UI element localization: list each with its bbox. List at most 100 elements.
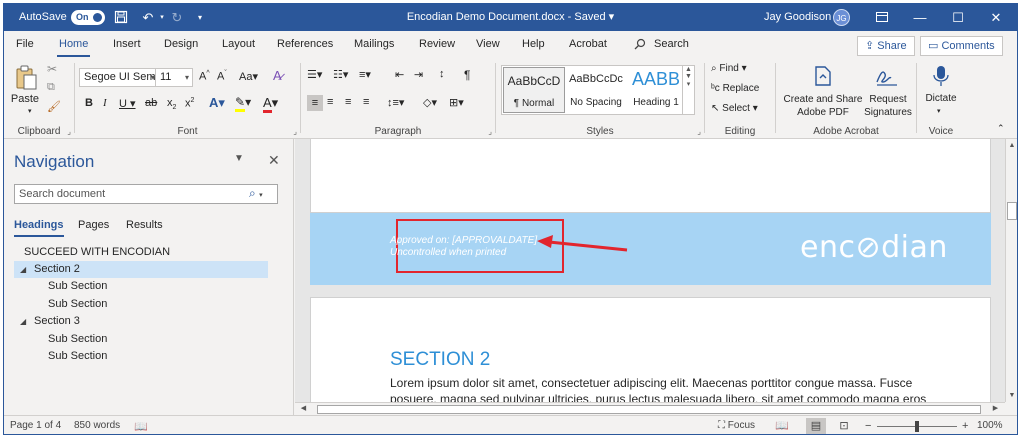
copy-icon[interactable]: ⧉: [47, 81, 55, 94]
tab-insert[interactable]: Insert: [113, 38, 141, 50]
paste-label[interactable]: Paste: [8, 93, 42, 105]
clipboard-launcher-icon[interactable]: ⌟: [67, 127, 71, 136]
paste-button[interactable]: [10, 63, 40, 93]
text-effects-icon[interactable]: A▾: [209, 95, 225, 111]
underline-icon[interactable]: U ▾: [119, 97, 136, 110]
style-no-spacing[interactable]: AaBbCcDc No Spacing: [565, 67, 627, 113]
tab-results[interactable]: Results: [126, 219, 163, 231]
tab-help[interactable]: Help: [522, 38, 545, 50]
bullets-icon[interactable]: ☰▾: [307, 68, 322, 81]
styles-launcher-icon[interactable]: ⌟: [697, 127, 701, 136]
dictate-dropdown-icon[interactable]: ▾: [937, 107, 941, 115]
format-painter-icon[interactable]: 🖌: [47, 100, 61, 113]
heading-item[interactable]: Sub Section: [14, 296, 268, 313]
tab-acrobat[interactable]: Acrobat: [569, 38, 607, 50]
style-normal[interactable]: AaBbCcD ¶ Normal: [503, 67, 565, 113]
tab-view[interactable]: View: [476, 38, 500, 50]
collapse-ribbon-icon[interactable]: ⌃: [997, 123, 1005, 134]
numbering-icon[interactable]: ☷▾: [333, 68, 348, 81]
styles-gallery-scroll[interactable]: ▲ ▼ ▾: [682, 66, 694, 114]
share-button[interactable]: ⇪ Share: [857, 36, 915, 56]
scroll-thumb[interactable]: [1007, 202, 1017, 220]
zoom-out-button[interactable]: −: [865, 420, 871, 432]
bold-icon[interactable]: B: [85, 97, 93, 109]
heading-item[interactable]: Sub Section: [14, 278, 268, 295]
shrink-font-icon[interactable]: Aˇ: [217, 70, 227, 83]
align-center-icon[interactable]: ≡: [327, 96, 333, 108]
zoom-in-button[interactable]: +: [962, 420, 968, 432]
grow-font-icon[interactable]: A^: [199, 70, 210, 83]
customize-toolbar-icon[interactable]: ▾: [190, 4, 210, 31]
heading-item[interactable]: ◢ Section 2: [14, 261, 268, 278]
user-name[interactable]: Jay Goodison: [764, 4, 831, 31]
approval-text[interactable]: Approved on: [APPROVALDATE] Uncontrolled…: [390, 235, 537, 259]
tab-review[interactable]: Review: [419, 38, 455, 50]
request-signatures-icon[interactable]: [874, 64, 900, 88]
paragraph-launcher-icon[interactable]: ⌟: [488, 127, 492, 136]
tab-design[interactable]: Design: [164, 38, 198, 50]
redo-icon[interactable]: ↻: [167, 4, 187, 31]
web-layout-icon[interactable]: ⊡: [834, 418, 854, 434]
save-icon[interactable]: [114, 4, 134, 31]
paste-dropdown-icon[interactable]: ▾: [28, 107, 32, 115]
comments-button[interactable]: ▭ Comments: [920, 36, 1003, 56]
focus-button[interactable]: ⛶ Focus: [718, 420, 755, 431]
tell-me-search[interactable]: Search: [654, 38, 689, 50]
scroll-down-icon[interactable]: ▼: [1006, 389, 1017, 402]
close-pane-icon[interactable]: ✕: [268, 152, 280, 169]
tab-references[interactable]: References: [277, 38, 333, 50]
font-name-combo[interactable]: Segoe UI Semi ▾: [79, 68, 159, 87]
font-launcher-icon[interactable]: ⌟: [293, 127, 297, 136]
tab-pages[interactable]: Pages: [78, 219, 109, 231]
select-button[interactable]: ↖ Select ▾: [711, 103, 758, 114]
justify-icon[interactable]: ≡: [363, 96, 369, 108]
superscript-icon[interactable]: x2: [185, 97, 194, 110]
print-layout-icon[interactable]: ▤: [806, 418, 826, 434]
show-formatting-icon[interactable]: ¶: [464, 68, 470, 82]
ribbon-display-icon[interactable]: [864, 4, 900, 31]
horizontal-scrollbar[interactable]: ◀ ▶: [295, 402, 1005, 415]
minimize-icon[interactable]: —: [902, 4, 938, 31]
zoom-level[interactable]: 100%: [977, 420, 1003, 431]
pane-options-icon[interactable]: ▼: [234, 153, 244, 164]
subscript-icon[interactable]: x2: [167, 97, 176, 111]
italic-icon[interactable]: I: [103, 97, 107, 109]
search-icon[interactable]: [634, 38, 646, 50]
multilevel-list-icon[interactable]: ≡▾: [359, 68, 371, 81]
font-size-combo[interactable]: 11 ▾: [155, 68, 193, 87]
scroll-up-icon[interactable]: ▲: [1006, 139, 1017, 152]
change-case-icon[interactable]: Aa▾: [239, 70, 258, 83]
align-left-icon[interactable]: ≡: [307, 95, 323, 111]
clear-formatting-icon[interactable]: A̷: [273, 68, 282, 83]
tab-headings[interactable]: Headings: [14, 219, 64, 237]
maximize-icon[interactable]: ☐: [940, 4, 976, 31]
heading-item[interactable]: Sub Section: [14, 348, 268, 365]
microphone-icon[interactable]: [931, 64, 951, 88]
search-document-input[interactable]: [14, 184, 278, 204]
read-mode-icon[interactable]: 📖: [772, 418, 792, 434]
heading-item[interactable]: Sub Section: [14, 331, 268, 348]
create-share-pdf-button[interactable]: Create and Share Adobe PDF: [780, 93, 866, 119]
tab-file[interactable]: File: [16, 38, 34, 50]
increase-indent-icon[interactable]: ⇥: [414, 68, 423, 81]
replace-button[interactable]: ᵇc Replace: [711, 83, 759, 94]
zoom-slider-thumb[interactable]: [915, 421, 919, 432]
word-count[interactable]: 850 words: [74, 420, 120, 431]
scroll-right-icon[interactable]: ▶: [989, 403, 1002, 415]
style-heading-1[interactable]: AABB Heading 1: [625, 67, 687, 113]
highlight-color-icon[interactable]: ✎▾: [235, 95, 251, 112]
font-color-icon[interactable]: A▾: [263, 95, 278, 113]
cut-icon[interactable]: ✂: [47, 62, 57, 76]
request-signatures-button[interactable]: Request Signatures: [864, 93, 912, 119]
tab-home[interactable]: Home: [56, 38, 91, 57]
avatar[interactable]: JG: [833, 9, 850, 26]
align-right-icon[interactable]: ≡: [345, 96, 351, 108]
create-pdf-icon[interactable]: [812, 64, 834, 88]
decrease-indent-icon[interactable]: ⇤: [395, 68, 404, 81]
strikethrough-icon[interactable]: ab: [145, 97, 157, 109]
scroll-thumb[interactable]: [317, 405, 981, 414]
dictate-button[interactable]: Dictate: [921, 93, 961, 104]
tab-mailings[interactable]: Mailings: [354, 38, 394, 50]
find-button[interactable]: ⌕ Find ▾: [711, 63, 747, 74]
close-icon[interactable]: ✕: [978, 4, 1014, 31]
